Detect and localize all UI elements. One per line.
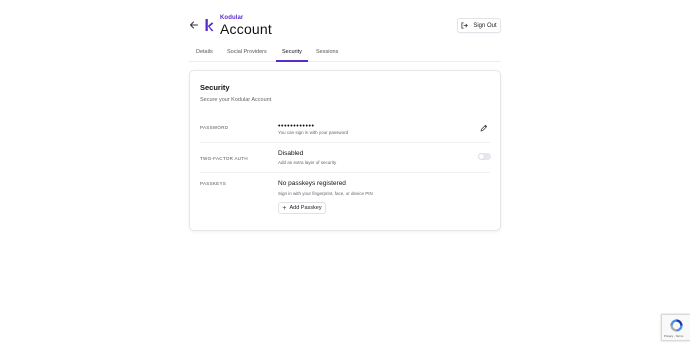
tab-sessions[interactable]: Sessions: [316, 49, 338, 62]
active-tab-indicator: [276, 60, 308, 62]
two-factor-status: Disabled: [278, 150, 304, 157]
passkeys-status: No passkeys registered: [278, 180, 346, 187]
page-title: Account: [220, 21, 272, 37]
sign-out-button[interactable]: Sign Out: [457, 18, 501, 33]
tab-social-providers[interactable]: Social Providers: [227, 49, 267, 62]
two-factor-hint: Add an extra layer of security: [278, 160, 337, 165]
security-subtitle: Secure your Kodular Account: [200, 97, 272, 103]
recaptcha-badge[interactable]: Privacy - Terms: [661, 314, 690, 341]
recaptcha-icon: [670, 319, 683, 332]
add-passkey-button[interactable]: + Add Passkey: [278, 202, 326, 214]
back-arrow-icon[interactable]: [189, 20, 199, 30]
account-tabs: Details Social Providers Security Sessio…: [189, 46, 501, 62]
row-divider: [200, 172, 490, 173]
sign-out-label: Sign Out: [473, 22, 497, 29]
recaptcha-links[interactable]: Privacy - Terms: [664, 334, 683, 338]
plus-icon: +: [282, 204, 287, 212]
add-passkey-label: Add Passkey: [289, 205, 322, 211]
account-header: Kodular Account Sign Out: [189, 14, 501, 42]
password-hint: You can sign in with your password: [278, 130, 349, 135]
password-value: ••••••••••••: [278, 123, 315, 130]
two-factor-label: TWO-FACTOR AUTH: [200, 156, 248, 161]
pencil-icon[interactable]: [480, 124, 488, 132]
security-title: Security: [200, 83, 230, 92]
security-card: Security Secure your Kodular Account PAS…: [189, 70, 501, 231]
passkeys-hint: Sign in with your fingerprint, face, or …: [278, 191, 373, 196]
passkeys-label: PASSKEYS: [200, 181, 227, 186]
tab-details[interactable]: Details: [196, 49, 213, 62]
two-factor-toggle[interactable]: [478, 153, 491, 160]
toggle-knob: [479, 154, 484, 159]
password-label: PASSWORD: [200, 125, 229, 130]
row-divider: [200, 142, 490, 143]
kodular-logo: [205, 19, 214, 32]
sign-out-icon: [461, 22, 469, 29]
